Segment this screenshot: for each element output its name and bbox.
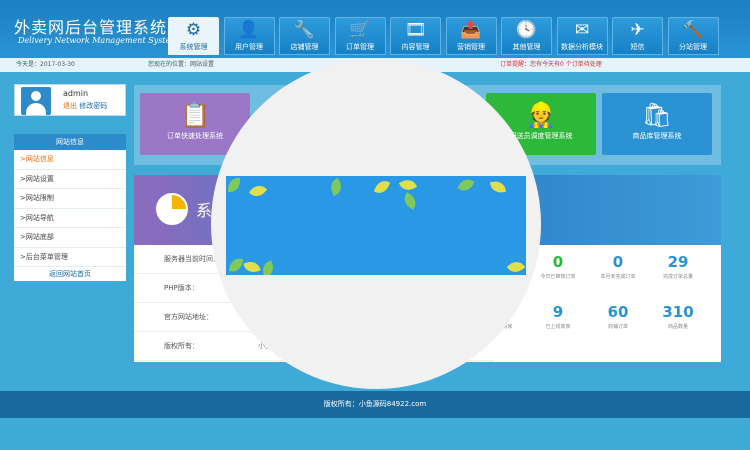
tile-label: 商品库管理系统 <box>632 132 682 140</box>
clock-icon: 🕓 <box>515 20 538 40</box>
leaf-icon <box>228 178 240 192</box>
nav-label: 用户管理 <box>235 43 263 51</box>
user-icon: 👤 <box>238 20 260 40</box>
cart-export-icon: 📤 <box>460 20 482 40</box>
stat-caption: 今日已审核订单 <box>540 274 576 280</box>
nav-orders[interactable]: 🛒 订单管理 <box>334 17 386 55</box>
nav-other[interactable]: 🕓 其他管理 <box>501 17 552 55</box>
stat-caption: 本月未完成订单 <box>600 274 636 280</box>
nav-label: 系统管理 <box>179 43 208 51</box>
sidebar-item-site-settings[interactable]: >网站设置 <box>14 170 126 189</box>
nav-marketing[interactable]: 📤 营销管理 <box>445 17 497 55</box>
stat-caption: 商铺订单 <box>607 324 628 330</box>
leaf-icon <box>228 257 244 273</box>
leaf-icon <box>243 258 261 275</box>
nav-label: 营销管理 <box>457 43 485 51</box>
leaf-icon <box>490 179 506 195</box>
pie-chart-icon <box>156 193 188 225</box>
tools-icon: 🔧 <box>293 20 316 40</box>
stat-number: 60 <box>607 303 629 321</box>
stat-today-reviewed: 0 今日已审核订单 <box>529 253 587 280</box>
nav-content[interactable]: 🎞 内容管理 <box>390 17 441 55</box>
gear-icon: ⚙ <box>185 20 202 40</box>
stat-product-count: 310 商品数量 <box>649 303 707 330</box>
app-title: 外卖网后台管理系统 <box>14 18 168 37</box>
leaf-icon <box>327 177 345 197</box>
wrench-icon: 🔨 <box>682 20 704 40</box>
stat-online-merchants: 9 已上线商家 <box>529 303 587 330</box>
nav-system[interactable]: ⚙ 系统管理 <box>168 17 219 55</box>
info-key: PHP版本： <box>164 284 199 292</box>
sidebar: admin 退出 修改密码 网站信息 >网站信息 >网站设置 >网站限制 >网站… <box>14 84 126 364</box>
sidebar-item-admin-menu[interactable]: >后台菜单管理 <box>14 248 126 267</box>
user-panel: admin 退出 修改密码 <box>14 84 126 116</box>
today-date: 今天是：2017-03-30 <box>16 61 75 68</box>
stat-caption: 商品数量 <box>667 324 688 330</box>
tile-product-library[interactable]: 🛍 商品库管理系统 <box>602 93 712 155</box>
stat-caption: 完成订单总量 <box>662 274 693 280</box>
change-password-link[interactable]: 修改密码 <box>79 102 107 110</box>
nav-label: 数据分析模块 <box>561 43 603 51</box>
stat-caption: 已上线商家 <box>545 324 571 330</box>
clipboard-icon: 📋 <box>180 101 210 129</box>
nav-sms[interactable]: ✈ 短信 <box>612 17 663 55</box>
sidebar-menu: >网站信息 >网站设置 >网站限制 >网站导航 >网站底部 >后台菜单管理 返回… <box>14 150 126 281</box>
nav-label: 内容管理 <box>401 43 430 51</box>
sidebar-item-site-nav[interactable]: >网站导航 <box>14 209 126 228</box>
nav-label: 其他管理 <box>512 43 541 51</box>
banner-title: 系 <box>196 201 213 220</box>
plane-icon: ✈ <box>630 20 645 40</box>
user-links: 退出 修改密码 <box>63 101 107 111</box>
avatar-head-icon <box>31 91 41 101</box>
film-icon: 🎞 <box>404 20 427 40</box>
avatar <box>21 87 51 115</box>
app-subtitle: Delivery Network Management System <box>18 36 178 45</box>
nav-label: 订单管理 <box>346 43 374 51</box>
leaf-icon <box>248 181 268 201</box>
nav-substation[interactable]: 🔨 分站管理 <box>667 17 719 55</box>
loading-sky-image <box>226 176 526 275</box>
leaf-icon <box>398 176 418 194</box>
info-key: 版权所有： <box>164 342 199 350</box>
stat-completed-total: 29 完成订单总量 <box>649 253 707 280</box>
back-to-home-link[interactable]: 返回网站首页 <box>14 267 126 281</box>
leaf-icon <box>400 192 420 210</box>
stat-number: 310 <box>662 303 694 321</box>
nav-label: 分站管理 <box>679 43 707 51</box>
nav-analytics[interactable]: ✉ 数据分析模块 <box>556 17 608 55</box>
username: admin <box>63 89 89 98</box>
stat-shop-orders: 60 商铺订单 <box>589 303 647 330</box>
current-location: 您现在的位置：网站设置 <box>148 61 215 68</box>
main-nav: ⚙ 系统管理 👤 用户管理 🔧 店铺管理 🛒 订单管理 🎞 内容管理 📤 营销管… <box>168 17 723 55</box>
top-header: 外卖网后台管理系统 Delivery Network Management Sy… <box>0 0 750 58</box>
stat-number: 9 <box>552 303 564 321</box>
nav-label: 短信 <box>630 43 645 51</box>
leaf-icon <box>259 260 277 275</box>
stat-number: 0 <box>612 253 624 271</box>
order-alert[interactable]: 订单提醒：您有今天有0 个订单待处理 <box>500 58 602 72</box>
leaf-icon <box>506 257 526 275</box>
leaf-icon <box>373 178 391 196</box>
mail-icon: ✉ <box>574 20 590 40</box>
logout-link[interactable]: 退出 <box>63 102 77 110</box>
avatar-body-icon <box>26 103 46 115</box>
info-key: 官方网站地址： <box>164 313 213 321</box>
shopping-bag-icon: 🛍 <box>641 101 673 129</box>
nav-users[interactable]: 👤 用户管理 <box>223 17 275 55</box>
nav-shops[interactable]: 🔧 店铺管理 <box>279 17 330 55</box>
sidebar-item-site-info[interactable]: >网站信息 <box>14 150 126 170</box>
sidebar-section-title: 网站信息 <box>14 134 126 150</box>
stat-number: 29 <box>667 253 689 271</box>
stat-month-unfinished: 0 本月未完成订单 <box>589 253 647 280</box>
info-key: 服务器当前时间： <box>164 255 220 263</box>
footer: 版权所有：小鱼源码84922.com <box>0 391 750 418</box>
nav-label: 店铺管理 <box>290 43 319 51</box>
leaf-icon <box>457 176 475 195</box>
cart-icon: 🛒 <box>349 20 371 40</box>
sidebar-item-site-footer[interactable]: >网站底部 <box>14 228 126 248</box>
sidebar-item-site-limits[interactable]: >网站限制 <box>14 189 126 209</box>
